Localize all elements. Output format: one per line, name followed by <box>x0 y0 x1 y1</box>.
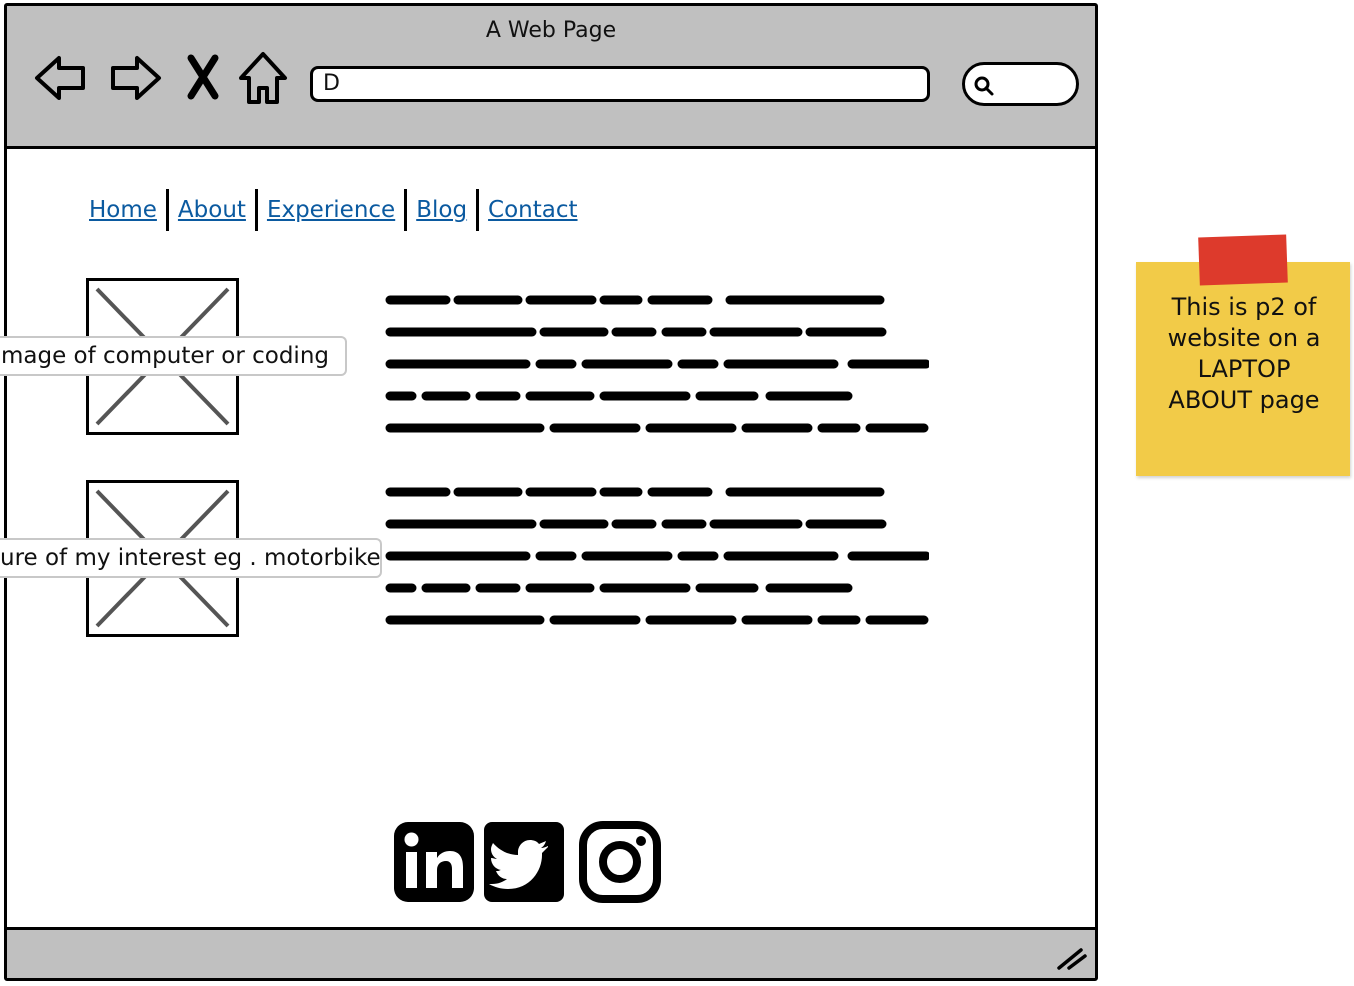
nav-contact-link[interactable]: Contact <box>479 197 586 223</box>
sticky-note-line: ABOUT page <box>1168 386 1320 414</box>
sticky-note-line: LAPTOP <box>1197 355 1291 383</box>
url-bar[interactable]: D <box>310 66 930 102</box>
sticky-note-text: This is p2 of website on a LAPTOP ABOUT … <box>1140 292 1348 416</box>
nav-home-link[interactable]: Home <box>80 197 166 223</box>
nav-menu: Home About Experience Blog Contact <box>80 188 587 232</box>
status-bar <box>7 927 1095 978</box>
linkedin-icon[interactable] <box>392 820 476 904</box>
nav-experience-link[interactable]: Experience <box>258 197 404 223</box>
forward-icon[interactable] <box>105 46 165 110</box>
back-icon[interactable] <box>31 46 91 110</box>
image-tooltip: mage of computer or coding <box>0 336 347 376</box>
text-scribble-block <box>384 288 929 438</box>
window-title: A Web Page <box>485 18 617 43</box>
close-icon[interactable] <box>177 46 227 110</box>
browser-toolbar: A Web Page D <box>7 6 1095 149</box>
instagram-icon[interactable] <box>578 820 662 904</box>
scribble-text-icon <box>385 487 929 625</box>
sticky-note-tape <box>1198 234 1288 286</box>
search-icon <box>974 76 994 96</box>
search-input[interactable] <box>962 62 1079 106</box>
home-icon[interactable] <box>233 46 293 110</box>
nav-about-link[interactable]: About <box>169 197 255 223</box>
image-tooltip: ure of my interest eg . motorbike <box>0 538 382 578</box>
text-scribble-block <box>384 480 929 630</box>
nav-blog-link[interactable]: Blog <box>407 197 476 223</box>
resize-handle-icon[interactable] <box>1055 944 1089 972</box>
scribble-text-icon <box>385 295 929 433</box>
sticky-note-line: website on a <box>1167 324 1321 352</box>
sticky-note-line: This is p2 of <box>1171 293 1317 321</box>
twitter-icon[interactable] <box>482 820 566 904</box>
